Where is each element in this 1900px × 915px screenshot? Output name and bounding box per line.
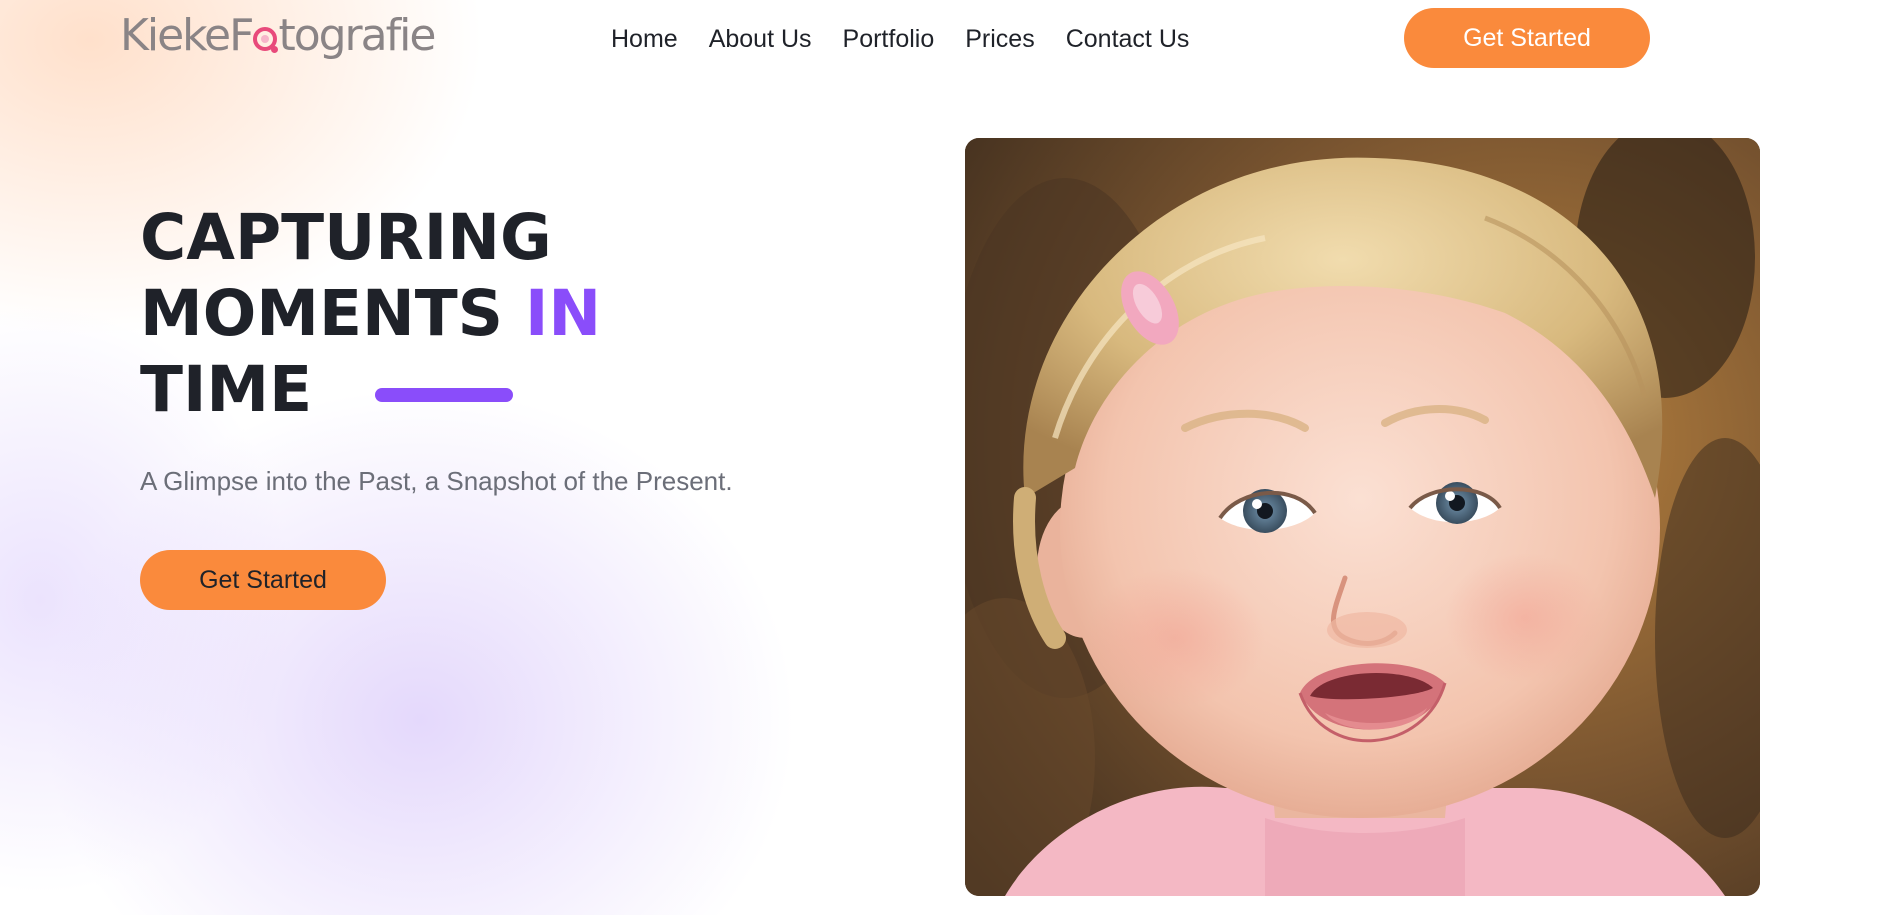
- main-nav: Home About Us Portfolio Prices Contact U…: [611, 20, 1189, 58]
- hero-title-line3: TIME: [140, 353, 313, 426]
- page: Kieke Ftografie Home About Us Portfolio P…: [0, 0, 1900, 915]
- hero-photo: [965, 138, 1760, 896]
- logo-text-f: F: [229, 9, 254, 61]
- hero-title-line2: MOMENTS IN: [140, 276, 601, 352]
- hero-title: CAPTURING MOMENTS IN TIME: [140, 200, 601, 428]
- hero-title-line2-text: MOMENTS: [140, 277, 525, 350]
- nav-item-contact-us[interactable]: Contact Us: [1066, 20, 1190, 58]
- camera-lens-icon: [253, 27, 279, 53]
- header-get-started-button[interactable]: Get Started: [1404, 8, 1650, 68]
- hero-title-accent: IN: [524, 277, 602, 350]
- logo-text-right: tografie: [278, 9, 436, 61]
- nav-item-portfolio[interactable]: Portfolio: [843, 20, 935, 58]
- title-underline-bar: [375, 388, 513, 402]
- logo-text-left: Kieke: [120, 9, 231, 61]
- nav-item-about-us[interactable]: About Us: [709, 20, 812, 58]
- site-logo[interactable]: Kieke Ftografie: [120, 9, 436, 61]
- nav-item-prices[interactable]: Prices: [965, 20, 1034, 58]
- hero-title-line1: CAPTURING: [140, 201, 552, 274]
- baby-portrait-image: [965, 138, 1760, 896]
- hero-get-started-button[interactable]: Get Started: [140, 550, 386, 610]
- nav-item-home[interactable]: Home: [611, 20, 678, 58]
- hero-subtitle: A Glimpse into the Past, a Snapshot of t…: [140, 466, 733, 496]
